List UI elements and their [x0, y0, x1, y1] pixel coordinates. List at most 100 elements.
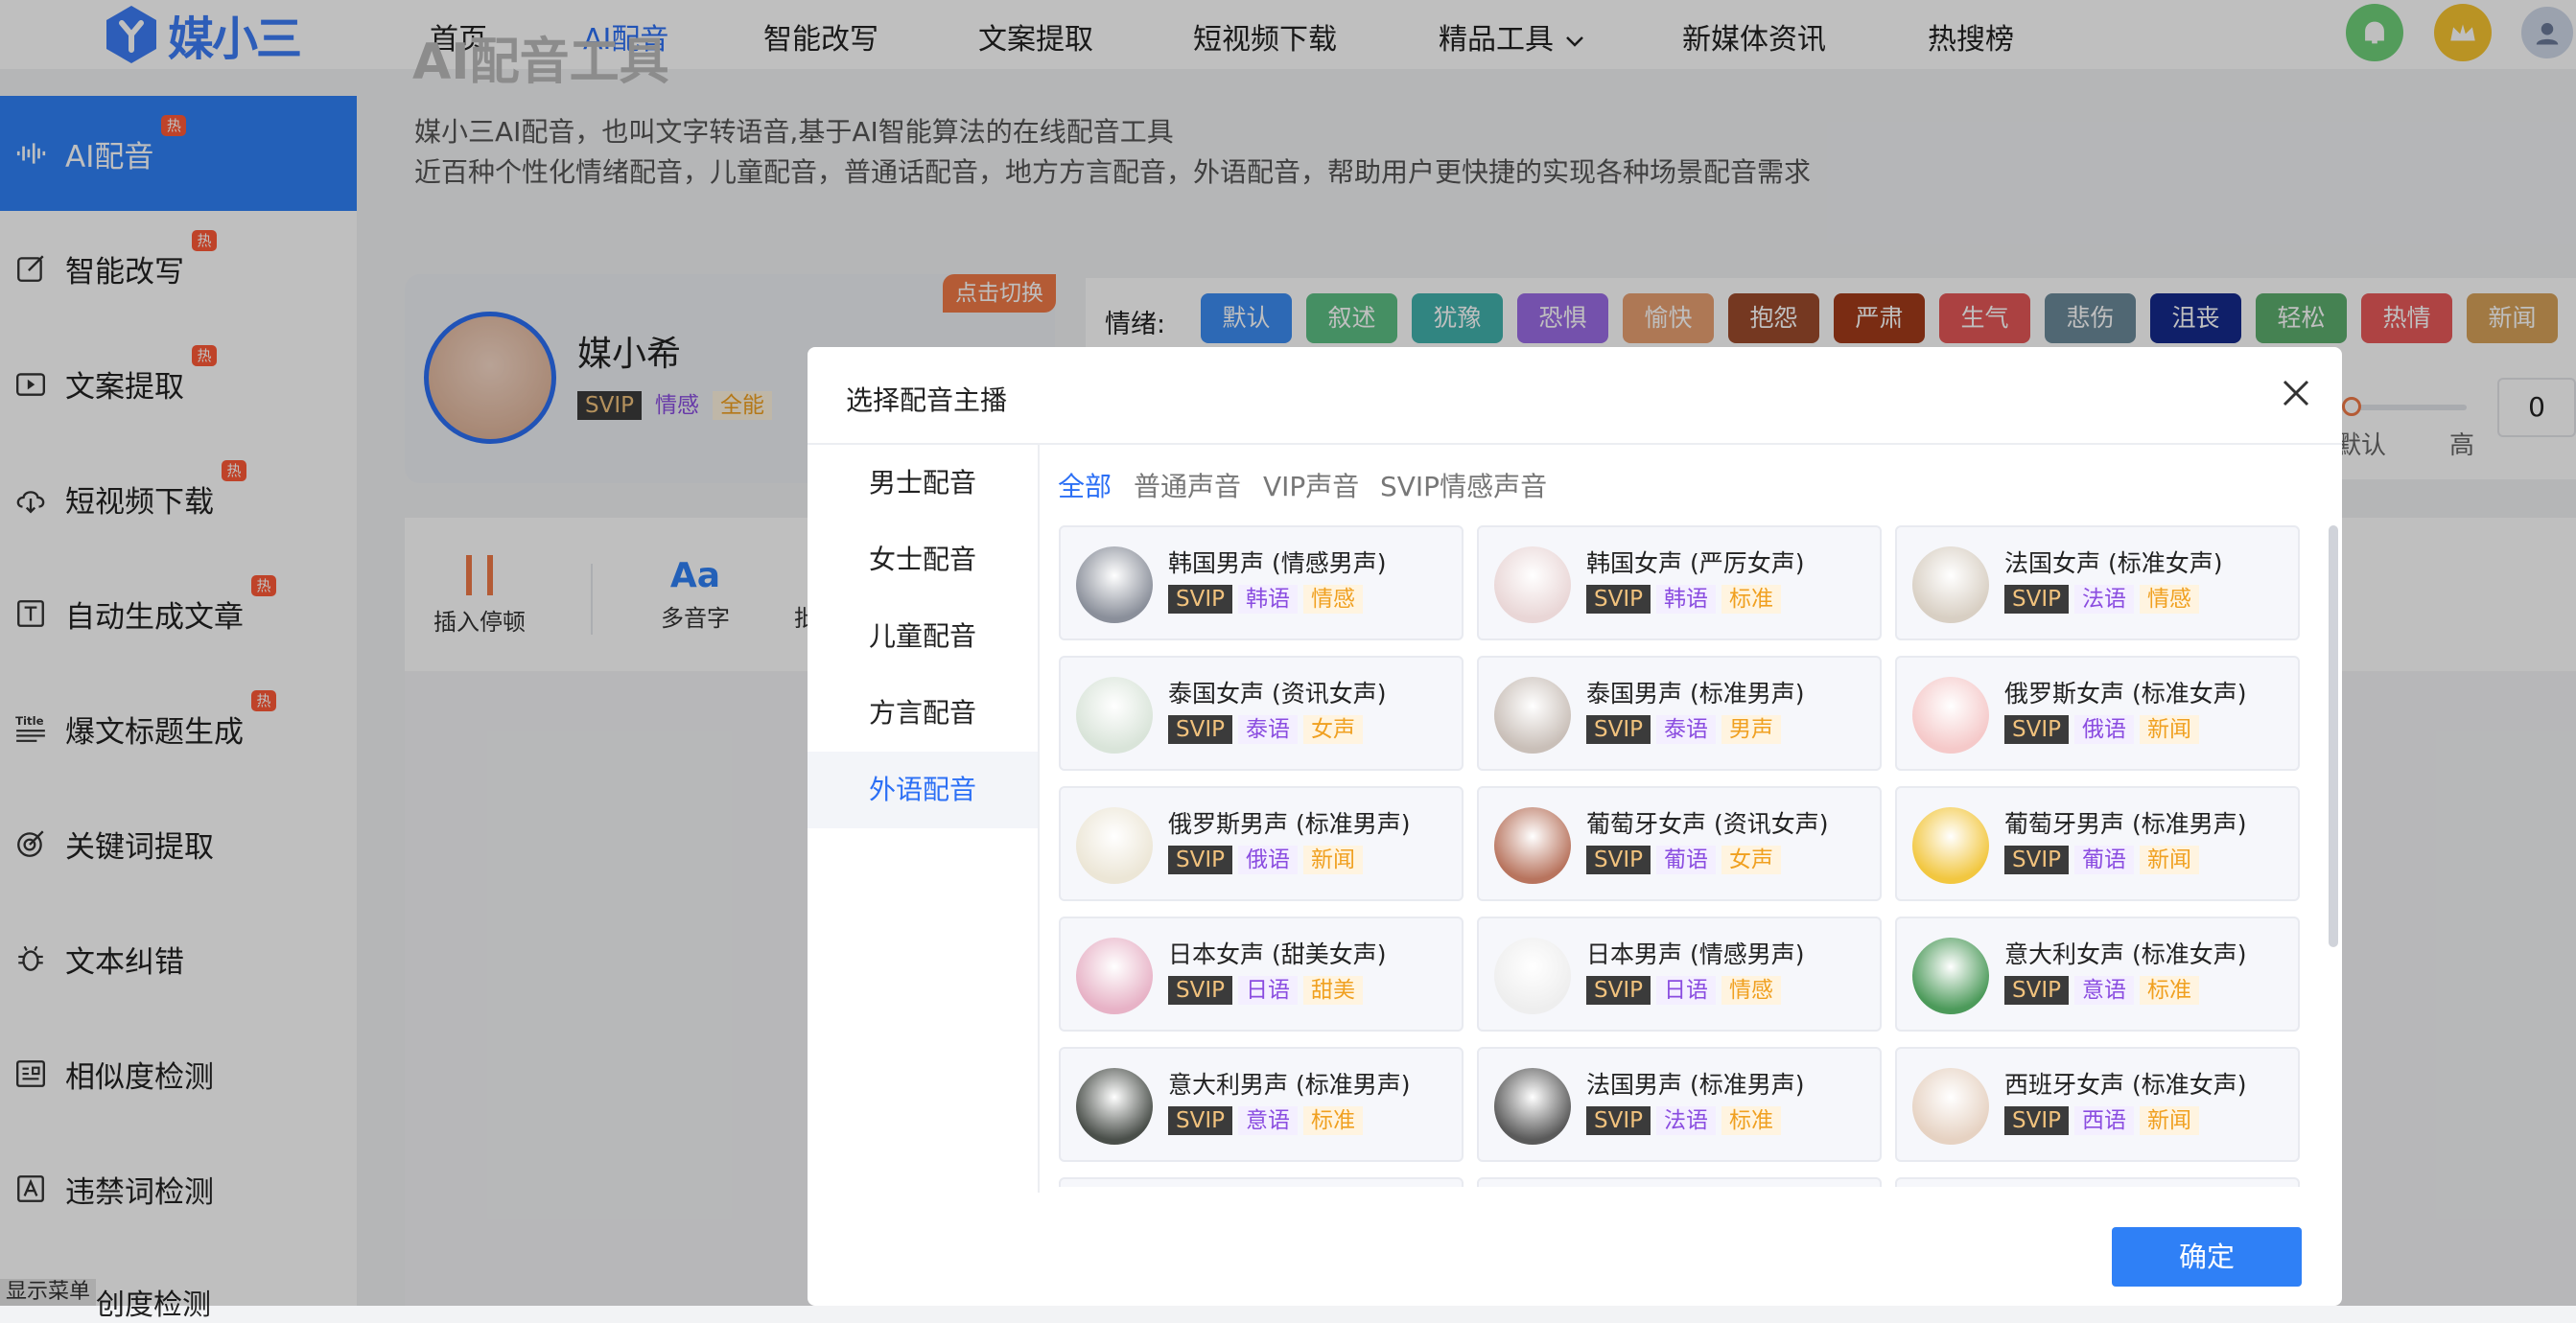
voice-tag: 葡语 [1656, 846, 1716, 874]
voice-avatar [1076, 546, 1153, 623]
category-item[interactable]: 儿童配音 [808, 598, 1038, 675]
voice-tag: 法语 [1656, 1106, 1716, 1135]
voice-avatar [1494, 677, 1571, 754]
voice-tags: SVIP 西语 新闻 [2004, 1106, 2199, 1135]
voice-name: 法国男声 (标准男声) [1586, 1071, 1805, 1099]
voice-tags: SVIP 泰语 女声 [1168, 715, 1363, 744]
voice-tag: 俄语 [2074, 715, 2134, 744]
voice-tag: 葡语 [2074, 846, 2134, 874]
voice-avatar [1494, 938, 1571, 1014]
voice-name: 泰国女声 (资讯女声) [1168, 680, 1387, 708]
voice-tag: 标准 [1303, 1106, 1363, 1135]
voice-name: 俄罗斯男声 (标准男声) [1168, 810, 1411, 838]
voice-card[interactable]: 意大利男声 (标准男声) SVIP 意语 标准 [1059, 1047, 1464, 1162]
voice-tag: 新闻 [2140, 846, 2199, 874]
voice-name: 葡萄牙女声 (资讯女声) [1586, 810, 1829, 838]
voice-card-partial[interactable] [1477, 1177, 1882, 1187]
voice-avatar [1076, 1068, 1153, 1145]
voice-tag: 法语 [2074, 585, 2134, 614]
svip-badge: SVIP [1586, 846, 1651, 874]
voice-tag: 甜美 [1303, 976, 1363, 1005]
voice-tag: 标准 [1721, 1106, 1781, 1135]
voice-card-partial[interactable] [1059, 1177, 1464, 1187]
svip-badge: SVIP [2004, 1106, 2069, 1135]
category-item[interactable]: 男士配音 [808, 445, 1038, 522]
voice-tag: 标准 [2140, 976, 2199, 1005]
category-item[interactable]: 女士配音 [808, 522, 1038, 598]
dialog-title: 选择配音主播 [846, 384, 1008, 416]
voice-card[interactable]: 韩国男声 (情感男声) SVIP 韩语 情感 [1059, 525, 1464, 640]
voice-name: 泰国男声 (标准男声) [1586, 680, 1805, 708]
voice-tags: SVIP 法语 标准 [1586, 1106, 1781, 1135]
voice-name: 法国女声 (标准女声) [2004, 549, 2223, 577]
voice-tag: 意语 [1238, 1106, 1298, 1135]
voice-filter-tab[interactable]: 普通声音 [1134, 466, 1241, 504]
voice-avatar [1076, 677, 1153, 754]
svip-badge: SVIP [1586, 715, 1651, 744]
voice-card[interactable]: 葡萄牙男声 (标准男声) SVIP 葡语 新闻 [1895, 786, 2300, 901]
voice-tags: SVIP 意语 标准 [1168, 1106, 1363, 1135]
dialog-close-button[interactable] [2277, 374, 2315, 412]
voice-card-partial[interactable] [1895, 1177, 2300, 1187]
voice-card[interactable]: 西班牙女声 (标准女声) SVIP 西语 新闻 [1895, 1047, 2300, 1162]
voice-name: 日本男声 (情感男声) [1586, 940, 1805, 968]
voice-name: 韩国男声 (情感男声) [1168, 549, 1387, 577]
voice-filter-tab[interactable]: 全部 [1058, 466, 1112, 504]
voice-tag: 新闻 [2140, 1106, 2199, 1135]
voice-name: 西班牙女声 (标准女声) [2004, 1071, 2247, 1099]
voice-card[interactable]: 法国女声 (标准女声) SVIP 法语 情感 [1895, 525, 2300, 640]
voice-card[interactable]: 韩国女声 (严厉女声) SVIP 韩语 标准 [1477, 525, 1882, 640]
voice-grid-scrollbar[interactable] [2329, 525, 2338, 947]
close-icon [2283, 380, 2309, 406]
voice-grid: 韩国男声 (情感男声) SVIP 韩语 情感 韩国女声 (严厉女声) SVIP 韩语 标准 法国… [1059, 525, 2307, 1187]
voice-avatar [1912, 546, 1989, 623]
svip-badge: SVIP [1586, 1106, 1651, 1135]
voice-tag: 日语 [1238, 976, 1298, 1005]
svip-badge: SVIP [1168, 1106, 1232, 1135]
svip-badge: SVIP [1168, 976, 1232, 1005]
voice-tag: 女声 [1303, 715, 1363, 744]
voice-card[interactable]: 日本男声 (情感男声) SVIP 日语 情感 [1477, 917, 1882, 1032]
voice-tag: 新闻 [2140, 715, 2199, 744]
voice-tag: 女声 [1721, 846, 1781, 874]
voice-avatar [1912, 1068, 1989, 1145]
voice-name: 日本女声 (甜美女声) [1168, 940, 1387, 968]
category-item[interactable]: 方言配音 [808, 675, 1038, 752]
voice-card[interactable]: 泰国男声 (标准男声) SVIP 泰语 男声 [1477, 656, 1882, 771]
voice-avatar [1076, 807, 1153, 884]
svip-badge: SVIP [2004, 976, 2069, 1005]
voice-tags: SVIP 意语 标准 [2004, 976, 2199, 1005]
voice-tag: 情感 [2140, 585, 2199, 614]
voice-tags: SVIP 泰语 男声 [1586, 715, 1781, 744]
voice-name: 韩国女声 (严厉女声) [1586, 549, 1805, 577]
voice-card[interactable]: 葡萄牙女声 (资讯女声) SVIP 葡语 女声 [1477, 786, 1882, 901]
voice-name: 葡萄牙男声 (标准男声) [2004, 810, 2247, 838]
voice-tag: 新闻 [1303, 846, 1363, 874]
voice-tag: 泰语 [1656, 715, 1716, 744]
voice-tags: SVIP 法语 情感 [2004, 585, 2199, 614]
svip-badge: SVIP [2004, 715, 2069, 744]
voice-avatar [1912, 807, 1989, 884]
voice-tag: 韩语 [1656, 585, 1716, 614]
svip-badge: SVIP [2004, 585, 2069, 614]
voice-card[interactable]: 俄罗斯男声 (标准男声) SVIP 俄语 新闻 [1059, 786, 1464, 901]
voice-card[interactable]: 意大利女声 (标准女声) SVIP 意语 标准 [1895, 917, 2300, 1032]
confirm-button[interactable]: 确定 [2112, 1227, 2302, 1287]
voice-tags: SVIP 韩语 标准 [1586, 585, 1781, 614]
voice-avatar [1494, 1068, 1571, 1145]
category-item[interactable]: 外语配音 [808, 752, 1038, 828]
voice-tag: 日语 [1656, 976, 1716, 1005]
svip-badge: SVIP [1586, 585, 1651, 614]
voice-card[interactable]: 泰国女声 (资讯女声) SVIP 泰语 女声 [1059, 656, 1464, 771]
voice-tag: 韩语 [1238, 585, 1298, 614]
voice-name: 意大利女声 (标准女声) [2004, 940, 2247, 968]
voice-filter-tab[interactable]: SVIP情感声音 [1380, 466, 1547, 504]
voice-avatar [1076, 938, 1153, 1014]
voice-card[interactable]: 俄罗斯女声 (标准女声) SVIP 俄语 新闻 [1895, 656, 2300, 771]
voice-name: 俄罗斯女声 (标准女声) [2004, 680, 2247, 708]
voice-card[interactable]: 法国男声 (标准男声) SVIP 法语 标准 [1477, 1047, 1882, 1162]
voice-filter-tab[interactable]: VIP声音 [1263, 466, 1359, 504]
svip-badge: SVIP [1168, 846, 1232, 874]
svip-badge: SVIP [2004, 846, 2069, 874]
voice-card[interactable]: 日本女声 (甜美女声) SVIP 日语 甜美 [1059, 917, 1464, 1032]
